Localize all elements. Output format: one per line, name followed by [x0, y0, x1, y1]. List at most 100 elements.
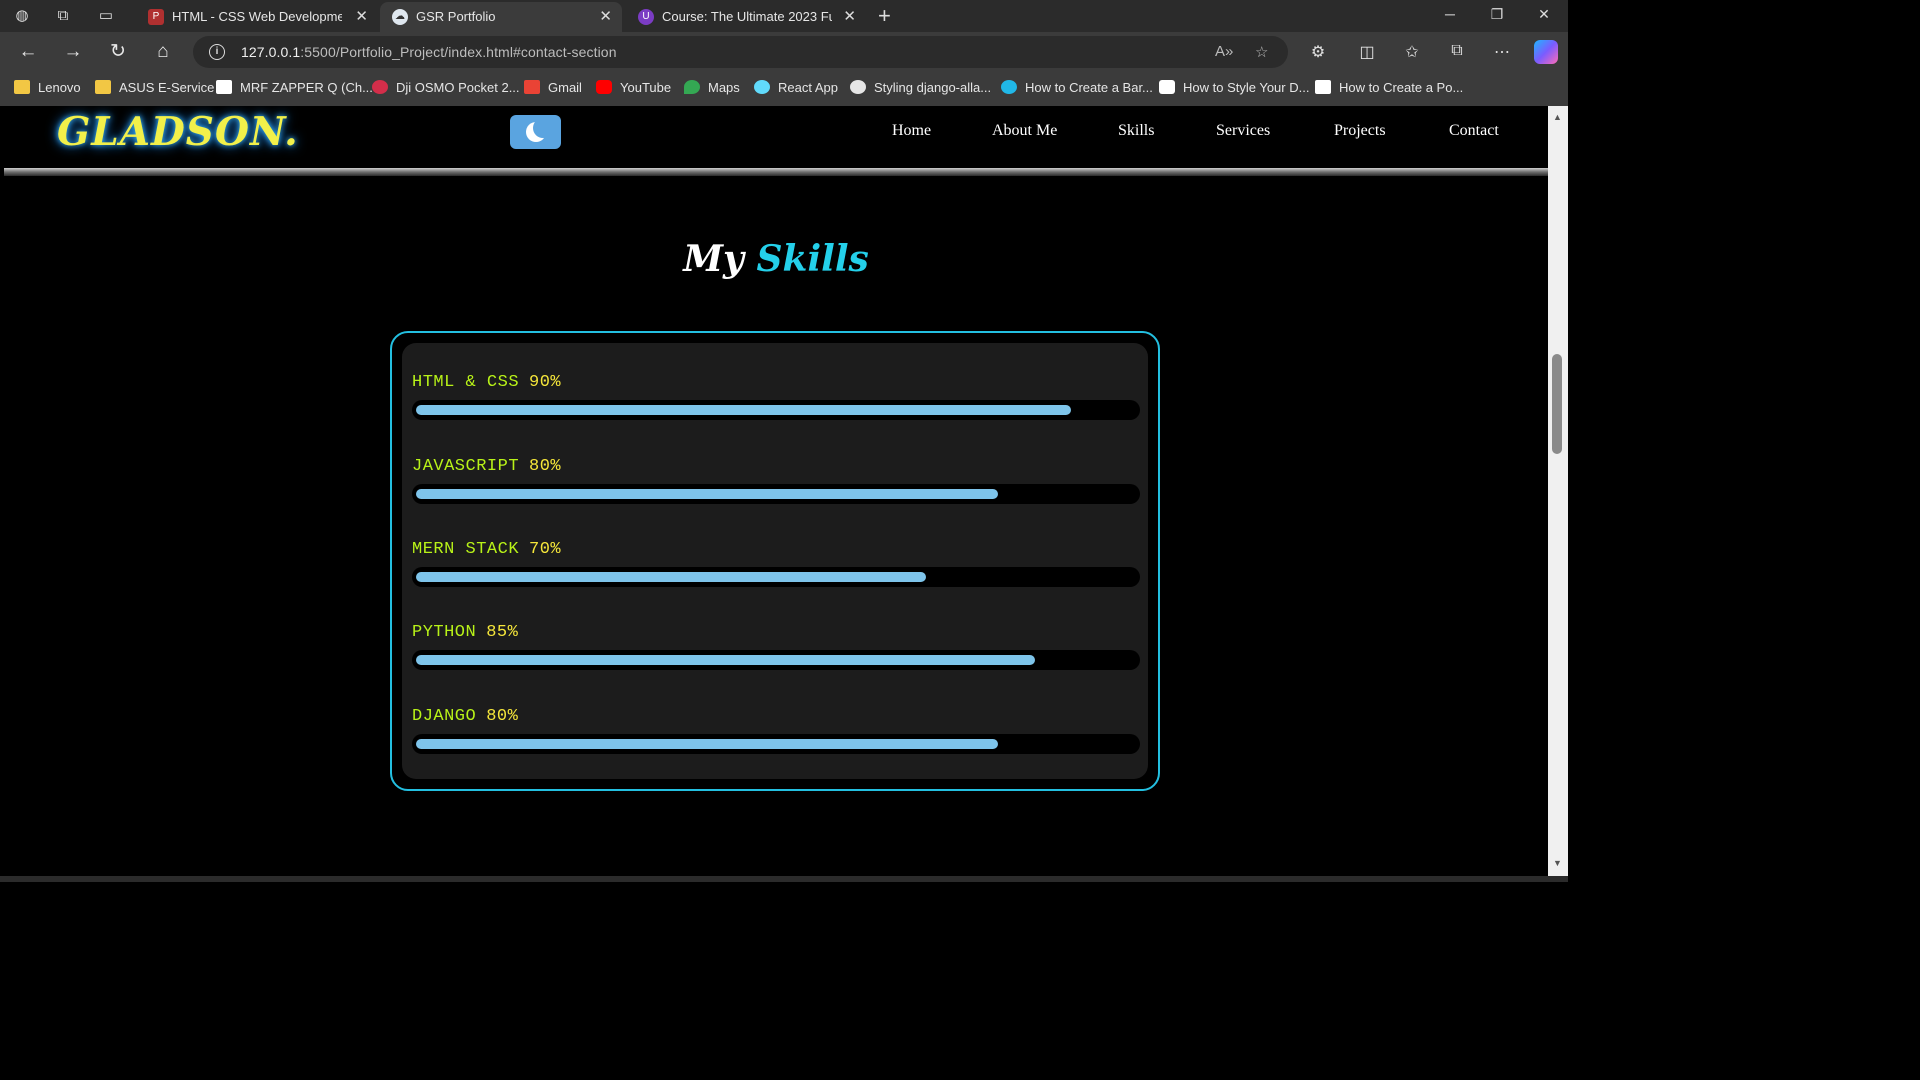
skill-bar-fill — [416, 655, 1035, 665]
bookmark-style-your[interactable]: How to Style Your D... — [1159, 80, 1309, 98]
tab-udemy-course[interactable]: U Course: The Ultimate 2023 Fullsta ✕ — [626, 2, 866, 32]
skill-mern-stack: MERN STACK 70% — [412, 540, 1140, 587]
bookmark-create-bar[interactable]: How to Create a Bar... — [1001, 80, 1153, 98]
tp-icon — [216, 80, 232, 94]
title-word-skills: Skills — [756, 238, 869, 280]
extensions-icon[interactable]: ⚙ — [1307, 42, 1329, 62]
skill-label: JAVASCRIPT 80% — [412, 457, 1140, 476]
scrollbar-thumb[interactable] — [1552, 354, 1562, 454]
bookmark-label: Lenovo — [38, 80, 81, 95]
split-screen-icon[interactable]: ◫ — [1356, 42, 1378, 62]
page-scrollbar[interactable]: ▲ ▼ — [1548, 106, 1568, 876]
copilot-icon[interactable] — [1534, 40, 1558, 64]
skill-label: DJANGO 80% — [412, 707, 1140, 726]
favorites-icon[interactable]: ✩ — [1401, 42, 1423, 62]
tab-html-css[interactable]: P HTML - CSS Web Development F ✕ — [136, 2, 378, 32]
bookmark-react-app[interactable]: React App — [754, 80, 838, 98]
read-aloud-icon[interactable]: A» — [1215, 43, 1233, 60]
nav-contact[interactable]: Contact — [1449, 122, 1499, 140]
bookmark-youtube[interactable]: YouTube — [596, 80, 671, 98]
close-icon[interactable]: ✕ — [355, 7, 368, 25]
q-icon — [372, 80, 388, 94]
bookmark-label: How to Create a Bar... — [1025, 80, 1153, 95]
home-icon[interactable]: ⌂ — [151, 40, 175, 64]
bookmark-gmail[interactable]: Gmail — [524, 80, 582, 98]
skill-bar-track — [412, 567, 1140, 587]
window-close-icon[interactable]: ✕ — [1534, 6, 1554, 23]
forward-icon[interactable]: → — [61, 40, 85, 64]
profile-icon[interactable]: ◍ — [12, 6, 32, 26]
bookmark-label: YouTube — [620, 80, 672, 95]
url-text[interactable]: 127.0.0.1:5500/Portfolio_Project/index.h… — [241, 44, 617, 60]
nav-about-me[interactable]: About Me — [992, 122, 1057, 140]
bookmark-mrf[interactable]: MRF ZAPPER Q (Ch... — [216, 80, 373, 98]
site-logo[interactable]: GLADSON. — [57, 109, 299, 155]
bookmark-label: How to Create a Po... — [1339, 80, 1464, 95]
bookmark-label: Styling django-alla... — [874, 80, 992, 95]
back-icon[interactable]: ← — [16, 40, 40, 64]
skill-percent: 70% — [529, 540, 562, 559]
tab-actions-icon[interactable]: ▭ — [96, 6, 116, 26]
reload-icon[interactable]: ↻ — [106, 40, 130, 64]
skill-name: PYTHON — [412, 623, 477, 642]
nav-services[interactable]: Services — [1216, 122, 1270, 140]
nav-skills[interactable]: Skills — [1118, 122, 1154, 140]
new-tab-button[interactable]: + — [878, 4, 891, 28]
tab-gsr-portfolio[interactable]: ☁ GSR Portfolio ✕ — [380, 2, 622, 32]
bookmark-lenovo[interactable]: Lenovo — [14, 80, 81, 98]
bookmark-dji[interactable]: Dji OSMO Pocket 2... — [372, 80, 520, 98]
skill-django: DJANGO 80% — [412, 707, 1140, 754]
skill-bar-track — [412, 484, 1140, 504]
header-divider — [4, 168, 1548, 176]
skill-name: DJANGO — [412, 707, 477, 726]
skill-label: MERN STACK 70% — [412, 540, 1140, 559]
close-icon[interactable]: ✕ — [599, 7, 612, 25]
bookmark-styling-django[interactable]: Styling django-alla... — [850, 80, 991, 98]
skill-bar-track — [412, 734, 1140, 754]
bookmarks-bar: Lenovo ASUS E-Service MRF ZAPPER Q (Ch..… — [0, 72, 1568, 106]
scroll-down-icon[interactable]: ▼ — [1553, 858, 1562, 868]
skill-percent: 80% — [486, 707, 519, 726]
folder-icon — [14, 80, 30, 94]
address-bar[interactable]: i 127.0.0.1:5500/Portfolio_Project/index… — [193, 36, 1288, 68]
skill-percent: 90% — [529, 373, 562, 392]
maps-icon — [684, 80, 700, 94]
theme-toggle-button[interactable] — [510, 115, 561, 149]
react-icon — [754, 80, 770, 94]
site-header: GLADSON. Home About Me Skills Services P… — [4, 106, 1548, 168]
bookmark-maps[interactable]: Maps — [684, 80, 740, 98]
site-info-icon[interactable]: i — [209, 44, 225, 60]
scroll-up-icon[interactable]: ▲ — [1553, 112, 1562, 122]
skill-python: PYTHON 85% — [412, 623, 1140, 670]
bookmark-create-po[interactable]: How to Create a Po... — [1315, 80, 1463, 98]
skill-label: PYTHON 85% — [412, 623, 1140, 642]
folder-icon — [95, 80, 111, 94]
skill-label: HTML & CSS 90% — [412, 373, 1140, 392]
collections-icon[interactable]: ⧉ — [1446, 42, 1468, 60]
skill-html-css: HTML & CSS 90% — [412, 373, 1140, 420]
skill-bar-fill — [416, 489, 998, 499]
close-icon[interactable]: ✕ — [843, 7, 856, 25]
restore-icon[interactable]: ❐ — [1487, 6, 1507, 23]
skills-section-title: My Skills — [4, 238, 1548, 280]
nav-home[interactable]: Home — [892, 122, 931, 140]
gmail-icon — [524, 80, 540, 94]
tab-title: Course: The Ultimate 2023 Fullsta — [662, 9, 832, 24]
fish-icon — [1001, 80, 1017, 94]
udemy-icon: U — [638, 9, 654, 25]
workspaces-icon[interactable]: ⧉ — [53, 6, 73, 26]
skill-bar-fill — [416, 572, 926, 582]
skill-percent: 85% — [486, 623, 519, 642]
nav-projects[interactable]: Projects — [1334, 122, 1386, 140]
more-menu-icon[interactable]: ⋯ — [1491, 42, 1513, 62]
skill-bar-fill — [416, 405, 1071, 415]
skill-name: JAVASCRIPT — [412, 457, 520, 476]
favorite-star-icon[interactable]: ☆ — [1255, 43, 1268, 61]
bookmark-label: Maps — [708, 80, 740, 95]
skill-name: HTML & CSS — [412, 373, 520, 392]
minimize-icon[interactable]: ─ — [1440, 6, 1460, 22]
tab-bar: ◍ ⧉ ▭ P HTML - CSS Web Development F ✕ ☁… — [0, 0, 1568, 32]
title-word-my: My — [683, 238, 744, 280]
bookmark-asus[interactable]: ASUS E-Service — [95, 80, 214, 98]
bookmark-label: Dji OSMO Pocket 2... — [396, 80, 520, 95]
